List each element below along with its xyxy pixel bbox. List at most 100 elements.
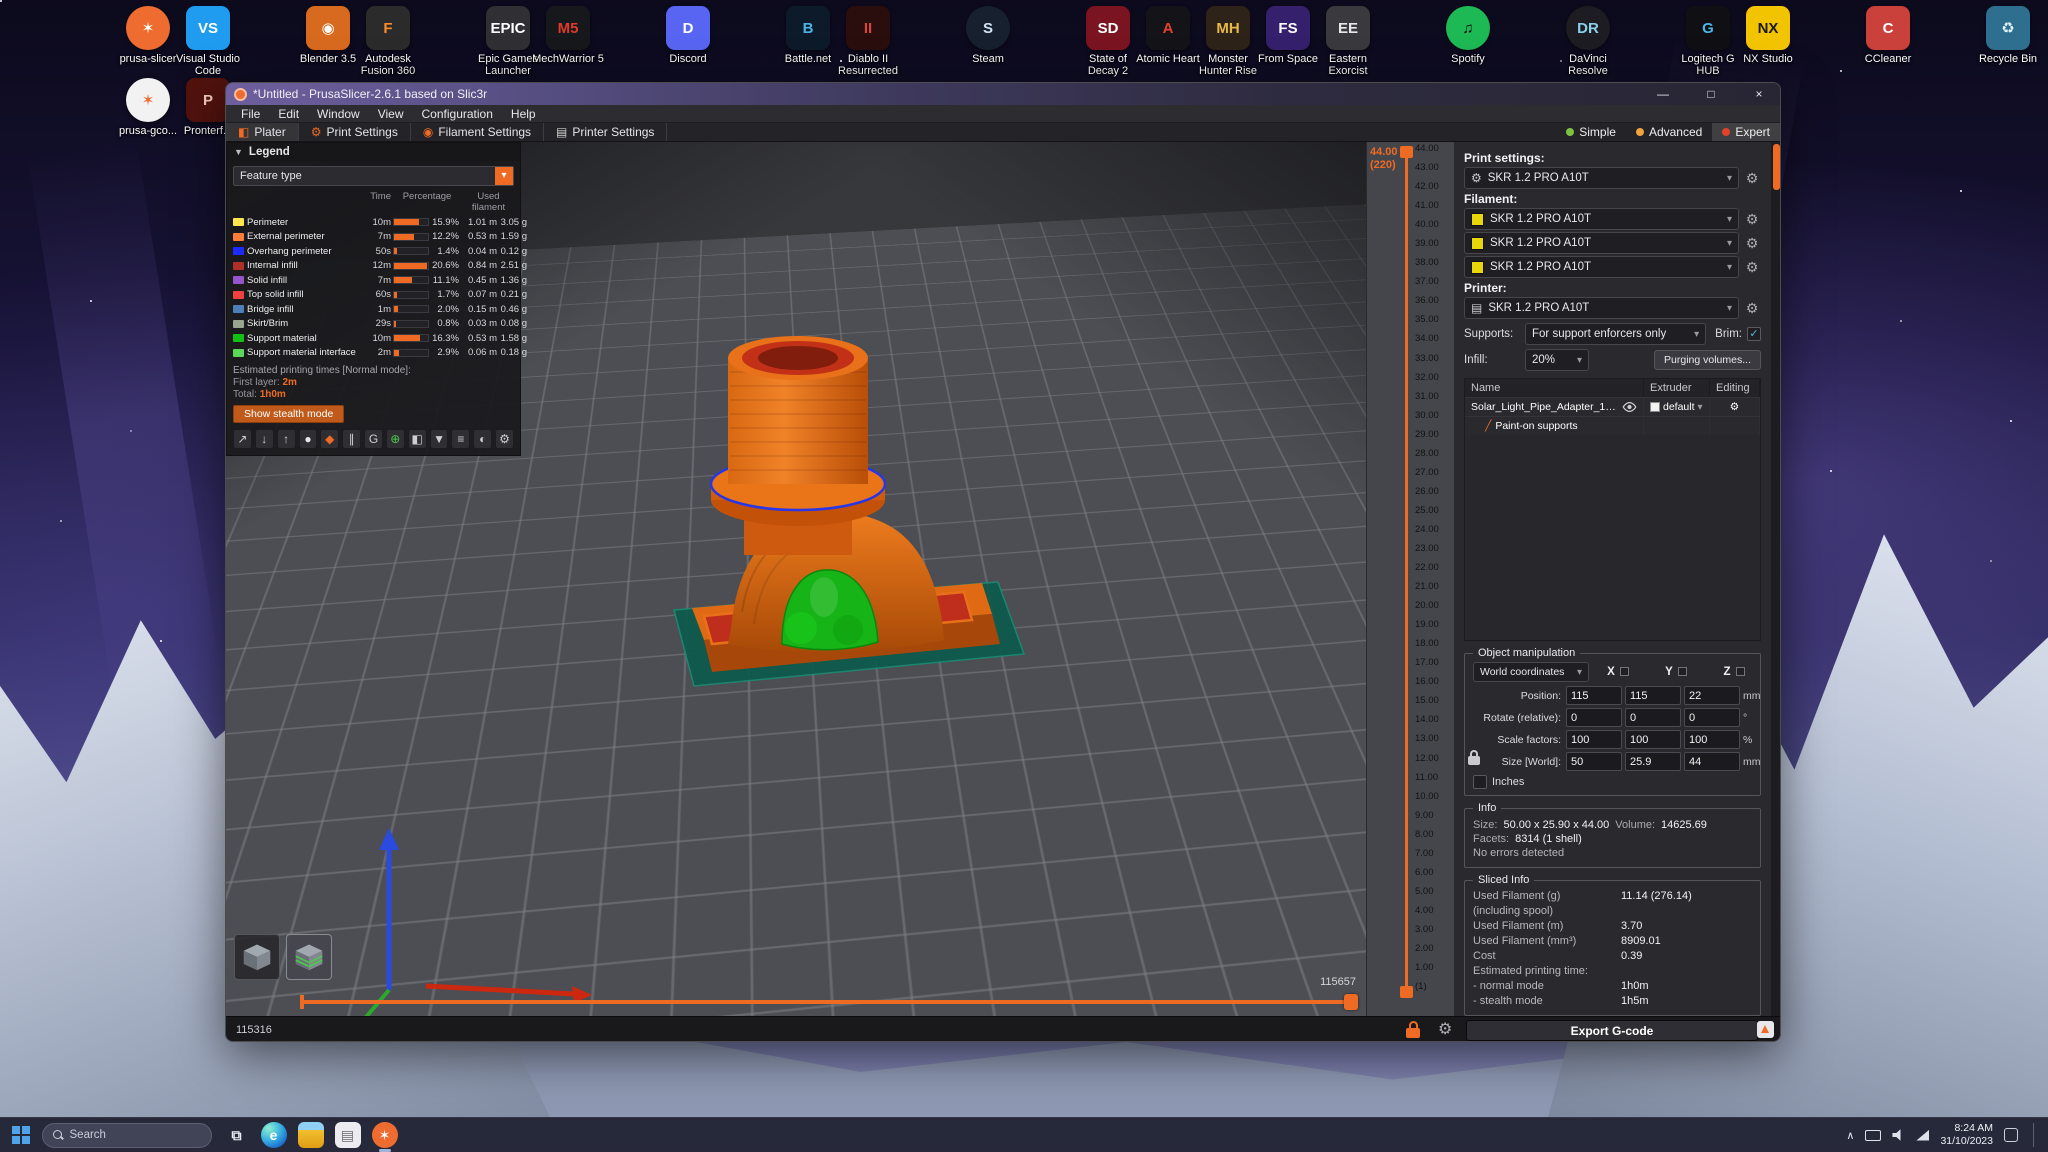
taskbar-search[interactable]: Search	[42, 1123, 212, 1148]
color-changes-icon[interactable]: ◆	[320, 429, 339, 449]
legend-toggle-icon[interactable]: ≡	[451, 429, 470, 449]
file-explorer-icon[interactable]	[298, 1122, 324, 1148]
deretractions-icon[interactable]: ↑	[277, 429, 296, 449]
size-x-input[interactable]	[1566, 752, 1622, 771]
lock-icon[interactable]	[1406, 1021, 1420, 1038]
desktop-icon-prusa-slicer[interactable]: ✶ prusa-slicer	[118, 6, 178, 65]
horizontal-move-slider[interactable]	[302, 1000, 1354, 1004]
center-of-gravity-icon[interactable]: ⊕	[386, 429, 405, 449]
maximize-button[interactable]: □	[1690, 83, 1732, 105]
desktop-icon-logitech-ghub[interactable]: G Logitech G HUB	[1678, 6, 1738, 77]
close-button[interactable]: ×	[1738, 83, 1780, 105]
tab-filament-settings[interactable]: ◉ Filament Settings	[411, 123, 544, 141]
3d-viewport[interactable]: ▼ Legend Feature type ▾ Time Percentage …	[226, 142, 1366, 1016]
desktop-icon-from-space[interactable]: FS From Space	[1258, 6, 1318, 65]
seams-icon[interactable]: ●	[299, 429, 318, 449]
desktop-icon-monster-hunter-rise[interactable]: MH Monster Hunter Rise	[1198, 6, 1258, 77]
menu-edit[interactable]: Edit	[269, 107, 308, 121]
travel-moves-icon[interactable]: ↗	[233, 429, 252, 449]
tool-marker-icon[interactable]: ▼	[430, 429, 449, 449]
sidebar-scrollbar[interactable]	[1771, 142, 1781, 1016]
slider-handle[interactable]	[1344, 994, 1358, 1010]
scrollbar-thumb[interactable]	[1773, 144, 1780, 190]
stealth-mode-button[interactable]: Show stealth mode	[233, 405, 344, 423]
rotate-z-input[interactable]	[1684, 708, 1740, 727]
edge-icon[interactable]: e	[261, 1122, 287, 1148]
print-settings-combo[interactable]: ⚙ SKR 1.2 PRO A10T ▾	[1464, 167, 1739, 189]
scale-y-input[interactable]	[1625, 730, 1681, 749]
mode-simple[interactable]: Simple	[1556, 123, 1626, 141]
desktop-icon-blender[interactable]: ◉ Blender 3.5	[298, 6, 358, 65]
retractions-icon[interactable]: ↓	[255, 429, 274, 449]
tray-chevron-icon[interactable]: ∧	[1846, 1129, 1854, 1142]
desktop-icon-state-of-decay2[interactable]: SD State of Decay 2	[1078, 6, 1138, 77]
options-icon[interactable]: ⚙	[495, 429, 514, 449]
supports-combo[interactable]: For support enforcers only ▾	[1525, 323, 1706, 345]
position-z-input[interactable]	[1684, 686, 1740, 705]
tab-plater[interactable]: ◧ Plater	[226, 123, 299, 141]
mode-advanced[interactable]: Advanced	[1626, 123, 1712, 141]
edit-print-settings-icon[interactable]: ⚙	[1743, 169, 1761, 187]
desktop-icon-spotify[interactable]: ♫ Spotify	[1438, 6, 1498, 65]
edit-filament-settings-icon[interactable]: ⚙	[1743, 234, 1761, 252]
display-tray-icon[interactable]	[1865, 1130, 1881, 1141]
edit-printer-settings-icon[interactable]: ⚙	[1743, 299, 1761, 317]
desktop-icon-recycle-bin[interactable]: ♻ Recycle Bin	[1978, 6, 2038, 65]
stealth-mode-icon[interactable]: ◐	[473, 429, 492, 449]
rotate-x-input[interactable]	[1566, 708, 1622, 727]
taskbar-clock[interactable]: 8:24 AM 31/10/2023	[1940, 1122, 1993, 1148]
position-x-input[interactable]	[1566, 686, 1622, 705]
titlebar[interactable]: *Untitled - PrusaSlicer-2.6.1 based on S…	[226, 83, 1780, 105]
export-sd-icon[interactable]	[1757, 1021, 1774, 1038]
custom-gcodes-icon[interactable]: G	[364, 429, 383, 449]
layer-slider-bottom-handle[interactable]	[1400, 986, 1413, 998]
printer-combo[interactable]: ▤ SKR 1.2 PRO A10T ▾	[1464, 297, 1739, 319]
minimize-button[interactable]: —	[1642, 83, 1684, 105]
shells-icon[interactable]: ◧	[408, 429, 427, 449]
desktop-icon-davinci-resolve[interactable]: DR DaVinci Resolve	[1558, 6, 1618, 77]
menu-file[interactable]: File	[232, 107, 269, 121]
position-y-input[interactable]	[1625, 686, 1681, 705]
menu-window[interactable]: Window	[308, 107, 369, 121]
desktop-icon-nx-studio[interactable]: NX NX Studio	[1738, 6, 1798, 65]
coordinates-combo[interactable]: World coordinates ▾	[1473, 662, 1589, 682]
desktop-icon-steam[interactable]: S Steam	[958, 6, 1018, 65]
export-gcode-button[interactable]: Export G-code	[1466, 1020, 1758, 1041]
tab-printer-settings[interactable]: ▤ Printer Settings	[544, 123, 667, 141]
notifications-icon[interactable]	[2004, 1128, 2018, 1142]
scale-x-input[interactable]	[1566, 730, 1622, 749]
show-desktop-button[interactable]	[2033, 1123, 2036, 1147]
infill-combo[interactable]: 20% ▾	[1525, 349, 1589, 371]
visibility-eye-icon[interactable]	[1622, 402, 1637, 412]
desktop-icon-discord[interactable]: D Discord	[658, 6, 718, 65]
desktop-icon-eastern-exorcist[interactable]: EE Eastern Exorcist	[1318, 6, 1378, 77]
prusaslicer-taskbar-icon[interactable]: ✶	[372, 1122, 398, 1148]
paint-on-supports-row[interactable]: ╱ Paint-on supports	[1465, 416, 1760, 435]
tab-print-settings[interactable]: ⚙ Print Settings	[299, 123, 411, 141]
menu-view[interactable]: View	[369, 107, 413, 121]
filament-combo[interactable]: SKR 1.2 PRO A10T ▾	[1464, 208, 1739, 230]
object-editing-icon[interactable]: ⚙	[1730, 401, 1739, 413]
desktop-icon-prusa-gcode[interactable]: ✶ prusa-gco...	[118, 78, 178, 137]
scale-lock-icon[interactable]	[1468, 750, 1480, 765]
menu-help[interactable]: Help	[502, 107, 545, 121]
filament-combo[interactable]: SKR 1.2 PRO A10T ▾	[1464, 256, 1739, 278]
size-y-input[interactable]	[1625, 752, 1681, 771]
edit-filament-settings-icon[interactable]: ⚙	[1743, 258, 1761, 276]
settings-gear-icon[interactable]: ⚙	[1438, 1019, 1452, 1039]
purging-volumes-button[interactable]: Purging volumes...	[1654, 350, 1761, 370]
desktop-icon-vscode[interactable]: VS Visual Studio Code	[178, 6, 238, 77]
menu-configuration[interactable]: Configuration	[413, 107, 502, 121]
network-tray-icon[interactable]	[1916, 1130, 1929, 1141]
pause-prints-icon[interactable]: ∥	[342, 429, 361, 449]
object-row[interactable]: Solar_Light_Pipe_Adapter_1.stl default ▾…	[1465, 397, 1760, 416]
desktop-icon-battlenet[interactable]: B Battle.net	[778, 6, 838, 65]
brim-checkbox[interactable]: ✓	[1747, 327, 1761, 341]
filament-combo[interactable]: SKR 1.2 PRO A10T ▾	[1464, 232, 1739, 254]
pinned-app-icon[interactable]: ▤	[335, 1122, 361, 1148]
desktop-icon-atomic-heart[interactable]: A Atomic Heart	[1138, 6, 1198, 65]
desktop-icon-diablo2[interactable]: II Diablo II Resurrected	[838, 6, 898, 77]
preview-view-button[interactable]	[286, 934, 332, 980]
start-button[interactable]	[12, 1126, 30, 1144]
desktop-icon-epic-games[interactable]: EPIC Epic Games Launcher	[478, 6, 538, 77]
